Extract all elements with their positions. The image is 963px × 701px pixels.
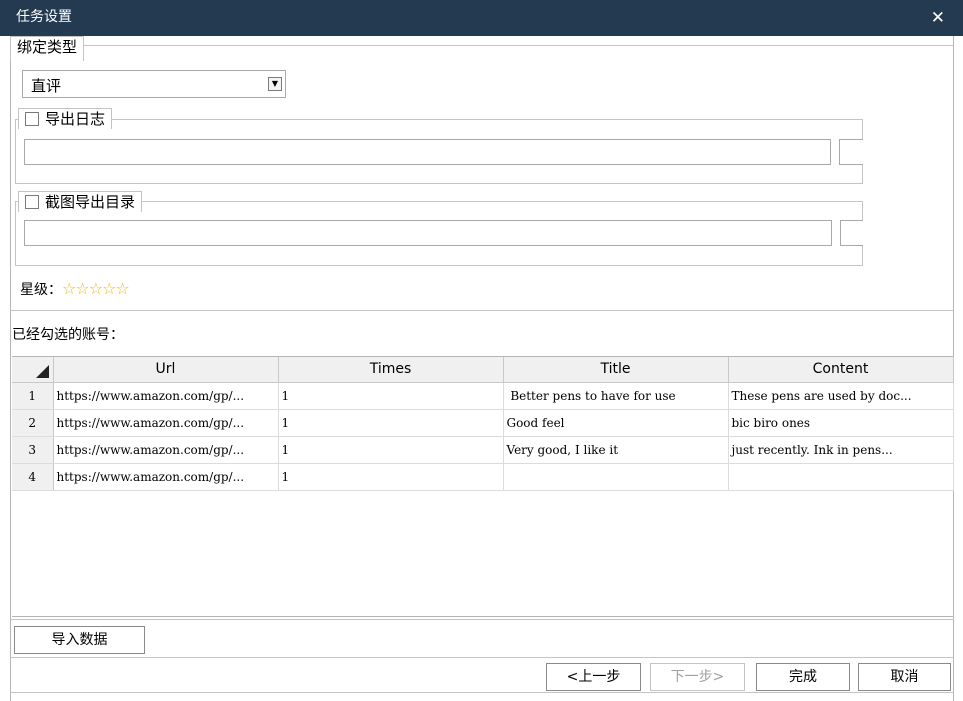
cancel-button[interactable]: 取消 <box>858 663 951 691</box>
cell-title[interactable]: Better pens to have for use <box>503 382 729 410</box>
corner-triangle-icon <box>35 364 49 378</box>
export-log-path-input[interactable] <box>24 139 831 165</box>
row-number[interactable]: 1 <box>12 382 54 410</box>
close-icon[interactable]: ✕ <box>931 8 945 28</box>
export-log-checkbox[interactable] <box>25 112 39 126</box>
cell-title[interactable] <box>503 463 729 491</box>
accounts-table: Url Times Title Content 1 https://www.am… <box>12 357 954 491</box>
screenshot-dir-legend: 截图导出目录 <box>18 191 143 212</box>
screenshot-dir-path-input[interactable] <box>24 220 832 246</box>
cell-title[interactable]: Good feel <box>503 409 729 437</box>
cell-url[interactable]: https://www.amazon.com/gp/... <box>53 382 279 410</box>
accounts-grid: Url Times Title Content 1 https://www.am… <box>12 356 954 617</box>
table-row[interactable]: 3 https://www.amazon.com/gp/... 1 Very g… <box>12 436 954 464</box>
divider <box>10 692 954 693</box>
export-log-browse-button[interactable] <box>839 139 863 165</box>
star-rating: 星级：☆☆☆☆☆ <box>20 279 130 299</box>
next-step-button[interactable]: 下一步> <box>650 663 745 691</box>
column-header-url[interactable]: Url <box>53 357 279 383</box>
screenshot-dir-browse-button[interactable] <box>840 220 863 246</box>
column-header-title[interactable]: Title <box>503 357 729 383</box>
divider <box>10 657 954 658</box>
row-number[interactable]: 3 <box>12 436 54 464</box>
cell-url[interactable]: https://www.amazon.com/gp/... <box>53 436 279 464</box>
cell-content[interactable]: These pens are used by doc... <box>728 382 954 410</box>
cell-times[interactable]: 1 <box>278 463 504 491</box>
cell-title[interactable]: Very good, I like it <box>503 436 729 464</box>
column-header-times[interactable]: Times <box>278 357 504 383</box>
row-number[interactable]: 2 <box>12 409 54 437</box>
table-row[interactable]: 1 https://www.amazon.com/gp/... 1 Better… <box>12 382 954 410</box>
export-log-label: 导出日志 <box>45 110 106 128</box>
finish-button[interactable]: 完成 <box>756 663 850 691</box>
cell-times[interactable]: 1 <box>278 382 504 410</box>
window-title: 任务设置 <box>16 9 72 25</box>
cell-content[interactable]: just recently. Ink in pens... <box>728 436 954 464</box>
selected-accounts-label: 已经勾选的账号： <box>12 327 124 343</box>
title-bar: 任务设置 ✕ <box>0 0 963 36</box>
cell-content[interactable] <box>728 463 954 491</box>
import-data-button[interactable]: 导入数据 <box>14 626 145 654</box>
prev-step-button[interactable]: <上一步 <box>546 663 641 691</box>
star-icons[interactable]: ☆☆☆☆☆ <box>62 279 130 298</box>
cell-url[interactable]: https://www.amazon.com/gp/... <box>53 463 279 491</box>
table-row[interactable]: 4 https://www.amazon.com/gp/... 1 <box>12 463 954 491</box>
screenshot-dir-checkbox[interactable] <box>25 195 39 209</box>
cell-content[interactable]: bic biro ones <box>728 409 954 437</box>
cell-url[interactable]: https://www.amazon.com/gp/... <box>53 409 279 437</box>
screenshot-dir-label: 截图导出目录 <box>45 193 136 211</box>
divider <box>10 619 954 620</box>
table-header-row: Url Times Title Content <box>12 357 954 383</box>
row-number[interactable]: 4 <box>12 463 54 491</box>
export-log-legend: 导出日志 <box>18 108 113 129</box>
chevron-down-icon[interactable]: ▼ <box>268 77 282 91</box>
cell-times[interactable]: 1 <box>278 409 504 437</box>
binding-type-select[interactable]: 直评 ▼ <box>22 70 286 98</box>
select-all-corner[interactable] <box>12 357 54 383</box>
cell-times[interactable]: 1 <box>278 436 504 464</box>
table-row[interactable]: 2 https://www.amazon.com/gp/... 1 Good f… <box>12 409 954 437</box>
binding-type-value: 直评 <box>31 77 62 95</box>
column-header-content[interactable]: Content <box>728 357 954 383</box>
binding-type-legend: 绑定类型 <box>10 36 85 61</box>
star-rating-label: 星级： <box>20 282 62 298</box>
divider <box>10 310 954 311</box>
